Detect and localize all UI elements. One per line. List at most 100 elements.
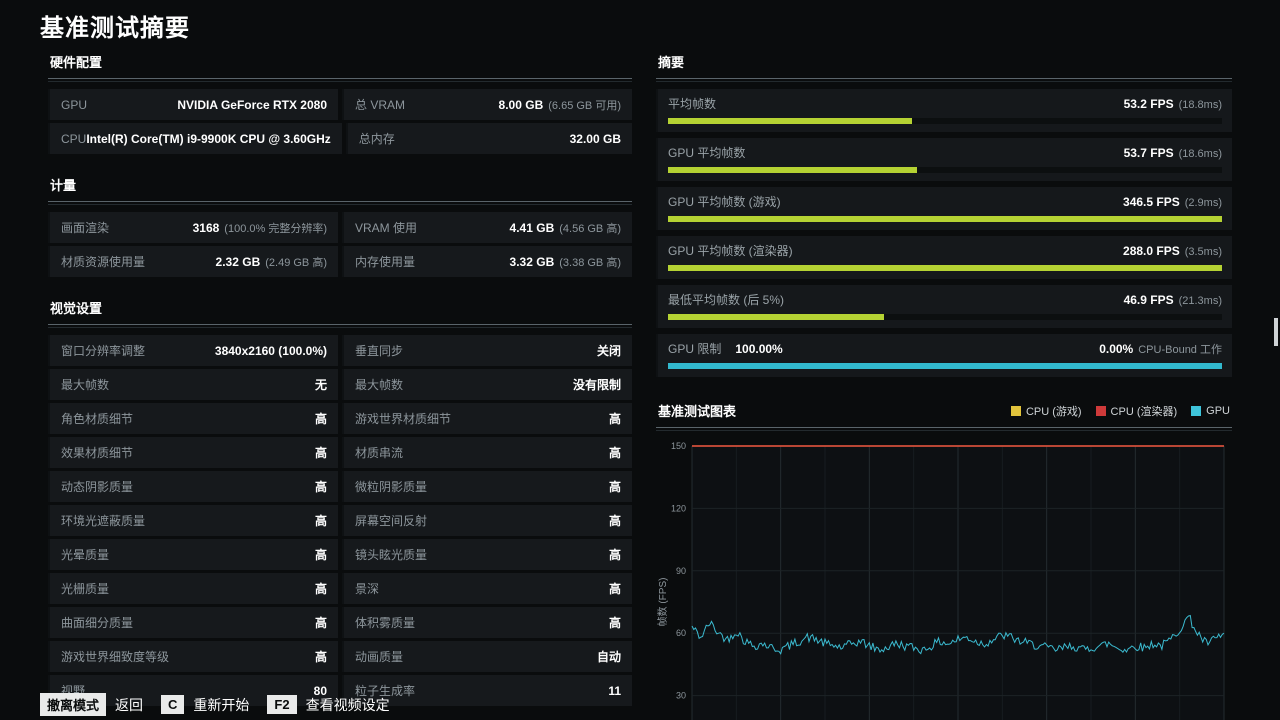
setting-value: 高 <box>314 412 327 426</box>
setting-cell: 动画质量 自动 <box>342 641 632 672</box>
visual_settings-row: 窗口分辨率调整 3840x2160 (100.0%) 垂直同步 关闭 <box>48 335 632 366</box>
summary-value-group: 0.00% CPU-Bound 工作 <box>1099 341 1222 357</box>
setting-value: 高 <box>314 446 327 460</box>
setting-label: 曲面细分质量 <box>61 616 134 630</box>
setting-value: 高 <box>608 412 621 426</box>
setting-value: 高 <box>314 650 327 664</box>
summary-item-top: GPU 平均帧数 (游戏) 346.5 FPS (2.9ms) <box>668 193 1222 210</box>
setting-label: 屏幕空间反射 <box>355 514 428 528</box>
footer-action-label: 返回 <box>115 696 144 713</box>
summary-value-group: 53.2 FPS (18.8ms) <box>1124 97 1222 111</box>
summary-label: GPU 平均帧数 (渲染器) <box>668 244 793 258</box>
setting-label: 最大帧数 <box>355 378 404 392</box>
y-tick-label: 120 <box>671 503 686 513</box>
metrics-section-header: 计量 <box>48 171 632 205</box>
footer-action-label: 重新开始 <box>193 696 250 713</box>
summary-value: 46.9 FPS <box>1123 293 1174 307</box>
summary-label: 最低平均帧数 (后 5%) <box>668 293 785 307</box>
setting-cell: 曲面细分质量 高 <box>48 607 338 638</box>
setting-label: 垂直同步 <box>355 344 404 358</box>
setting-value: 8.00 GB <box>498 97 544 112</box>
setting-label: 动画质量 <box>355 650 404 664</box>
summary-item: GPU 平均帧数 53.7 FPS (18.6ms) <box>656 138 1232 181</box>
setting-label: GPU <box>61 97 88 112</box>
legend-label: CPU (游戏) <box>1025 405 1082 418</box>
summary-bar-fill <box>668 363 1222 369</box>
visual_settings-row: 动态阴影质量 高 微粒阴影质量 高 <box>48 471 632 502</box>
summary-items: 平均帧数 53.2 FPS (18.8ms) GPU 平均帧数 53.7 FPS (18.… <box>656 89 1232 380</box>
setting-cell: 光晕质量 高 <box>48 539 338 570</box>
setting-cell: 垂直同步 关闭 <box>342 335 632 366</box>
setting-cell: 窗口分辨率调整 3840x2160 (100.0%) <box>48 335 338 366</box>
summary-item: GPU 平均帧数 (渲染器) 288.0 FPS (3.5ms) <box>656 236 1232 279</box>
summary-item-left: 平均帧数 <box>668 95 716 112</box>
summary-value: 346.5 FPS <box>1123 195 1180 209</box>
setting-value: 自动 <box>596 650 621 664</box>
summary-section-title: 摘要 <box>658 55 685 70</box>
visual_settings-row: 曲面细分质量 高 体积雾质量 高 <box>48 607 632 638</box>
hardware-row: CPU Intel(R) Core(TM) i9-9900K CPU @ 3.60… <box>48 123 632 154</box>
summary-item-left: 最低平均帧数 (后 5%) <box>668 291 784 308</box>
legend-swatch <box>1010 405 1021 416</box>
setting-note: (6.65 GB 可用) <box>548 99 621 112</box>
summary-item-left: GPU 平均帧数 (游戏) <box>668 193 781 210</box>
setting-cell: 游戏世界材质细节 高 <box>342 403 632 434</box>
left-column: 硬件配置 GPU NVIDIA GeForce RTX 2080 总 VRAM 8.0… <box>48 48 632 720</box>
summary-note: (2.9ms) <box>1184 197 1222 209</box>
chart-section-header: 基准测试图表 CPU (游戏) CPU (渲染器) GPU <box>656 397 1232 431</box>
summary-item: GPU 限制 100.00% 0.00% CPU-Bound 工作 <box>656 334 1232 377</box>
summary-label: GPU 平均帧数 <box>668 146 746 160</box>
visual_settings-row: 环境光遮蔽质量 高 屏幕空间反射 高 <box>48 505 632 536</box>
setting-value: 高 <box>608 480 621 494</box>
footer-action-2[interactable]: F2 查看视频设定 <box>267 695 390 715</box>
setting-value: 3168 <box>192 220 220 235</box>
setting-value: Intel(R) Core(TM) i9-9900K CPU @ 3.60GHz <box>86 131 331 146</box>
setting-label: 材质资源使用量 <box>61 255 146 269</box>
setting-note: (3.38 GB 高) <box>559 256 621 269</box>
setting-label: 窗口分辨率调整 <box>61 344 146 358</box>
setting-cell: 效果材质细节 高 <box>48 437 338 468</box>
summary-bar-track <box>668 216 1222 222</box>
setting-value: 高 <box>314 548 327 562</box>
summary-note: (21.3ms) <box>1178 295 1222 307</box>
setting-value: 关闭 <box>596 344 621 358</box>
setting-cell: 镜头眩光质量 高 <box>342 539 632 570</box>
setting-label: 画面渲染 <box>61 221 110 235</box>
setting-note: (2.49 GB 高) <box>265 256 327 269</box>
legend-label: GPU <box>1206 404 1230 417</box>
setting-label: VRAM 使用 <box>355 221 418 235</box>
summary-item-left: GPU 平均帧数 <box>668 144 745 161</box>
keycap-0: 撤离模式 <box>40 693 107 716</box>
footer-action-0[interactable]: 撤离模式 返回 <box>40 693 143 716</box>
setting-value: 4.41 GB <box>509 220 555 235</box>
setting-label: 景深 <box>355 582 380 596</box>
summary-item-top: GPU 限制 100.00% 0.00% CPU-Bound 工作 <box>668 340 1222 357</box>
metrics-row: 画面渲染 3168 (100.0% 完整分辨率) VRAM 使用 4.41 GB (4.5… <box>48 212 632 243</box>
setting-value: 2.32 GB <box>215 254 261 269</box>
setting-label: 游戏世界材质细节 <box>355 412 452 426</box>
footer-action-label: 查看视频设定 <box>305 696 390 713</box>
setting-cell: GPU NVIDIA GeForce RTX 2080 <box>48 89 338 120</box>
setting-label: 动态阴影质量 <box>61 480 134 494</box>
summary-value: 53.7 FPS <box>1123 146 1174 160</box>
visual_settings-row: 效果材质细节 高 材质串流 高 <box>48 437 632 468</box>
summary-label: 平均帧数 <box>668 97 717 111</box>
visual-settings-section-title: 视觉设置 <box>50 301 103 316</box>
setting-value: NVIDIA GeForce RTX 2080 <box>177 97 327 112</box>
setting-label: 微粒阴影质量 <box>355 480 428 494</box>
visual_settings-row: 光晕质量 高 镜头眩光质量 高 <box>48 539 632 570</box>
summary-section: 摘要 平均帧数 53.2 FPS (18.8ms) GPU 平均帧数 53.7 FPS (… <box>656 48 1232 380</box>
legend-label: CPU (渲染器) <box>1110 405 1178 418</box>
summary-item: 平均帧数 53.2 FPS (18.8ms) <box>656 89 1232 132</box>
summary-item-top: 平均帧数 53.2 FPS (18.8ms) <box>668 95 1222 112</box>
setting-label: 材质串流 <box>355 446 404 460</box>
chart-legend: CPU (游戏) CPU (渲染器) GPU <box>1010 403 1230 419</box>
setting-value: 高 <box>608 514 621 528</box>
summary-bar-fill <box>668 265 1222 271</box>
setting-value: 高 <box>314 480 327 494</box>
scrollbar-thumb[interactable] <box>1274 318 1278 346</box>
keycap-1: C <box>161 695 185 714</box>
footer-action-1[interactable]: C 重新开始 <box>161 695 249 715</box>
y-tick-label: 60 <box>676 628 686 638</box>
setting-cell: 景深 高 <box>342 573 632 604</box>
